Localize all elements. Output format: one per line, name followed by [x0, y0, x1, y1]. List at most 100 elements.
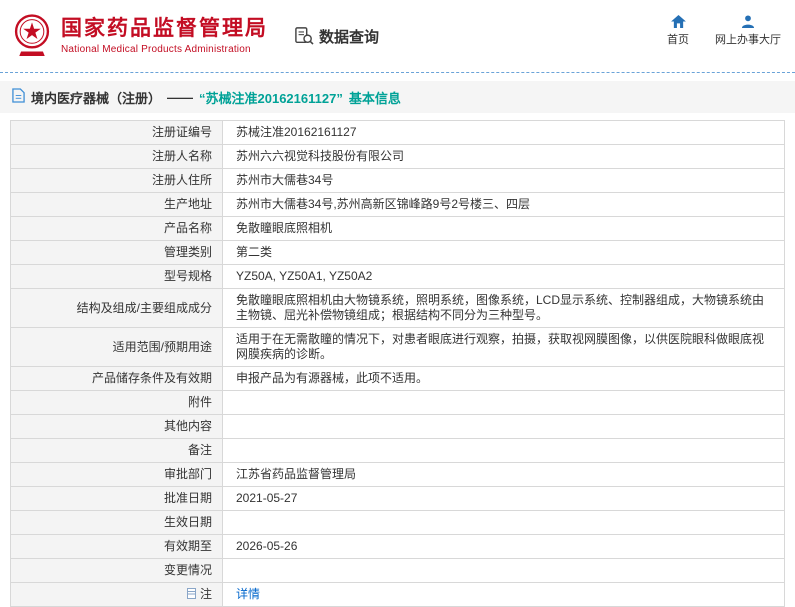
row-label: 有效期至: [10, 534, 223, 559]
detail-link[interactable]: 详情: [236, 587, 260, 601]
nav-home[interactable]: 首页: [667, 15, 689, 47]
person-icon: [741, 15, 755, 28]
row-label: 管理类别: [10, 240, 223, 265]
page-title-bar: 境内医疗器械（注册） —— “苏械注准20162161127” 基本信息: [0, 81, 795, 113]
row-value: 申报产品为有源器械，此项不适用。: [222, 366, 785, 391]
row-value: [222, 390, 785, 415]
row-label: 批准日期: [10, 486, 223, 511]
row-label: 型号规格: [10, 264, 223, 289]
site-header: 国家药品监督管理局 National Medical Products Admi…: [0, 0, 795, 72]
info-table-body: 注册证编号 苏械注准20162161127 注册人名称 苏州六六视觉科技股份有限…: [10, 120, 785, 607]
row-label-text: 产品储存条件及有效期: [91, 371, 212, 385]
row-label-text: 备注: [187, 443, 212, 457]
row-label-text: 产品名称: [163, 221, 212, 235]
registration-info-table: 注册证编号 苏械注准20162161127 注册人名称 苏州六六视觉科技股份有限…: [10, 120, 785, 607]
table-row: 产品储存条件及有效期 申报产品为有源器械，此项不适用。: [10, 366, 785, 391]
row-value: 苏州市大儒巷34号: [222, 168, 785, 193]
row-value: [222, 510, 785, 535]
row-label-text: 型号规格: [163, 269, 212, 283]
home-icon: [670, 15, 686, 28]
row-value: [222, 438, 785, 463]
dashed-divider: [0, 72, 795, 73]
row-value: [222, 414, 785, 439]
row-value: [222, 558, 785, 583]
row-label-text: 注册证编号: [151, 125, 212, 139]
table-row: 附件: [10, 390, 785, 415]
data-query-heading: 数据查询: [294, 26, 379, 47]
row-label-text: 管理类别: [163, 245, 212, 259]
data-query-icon: [294, 27, 314, 45]
nmpa-emblem-logo: [12, 13, 52, 59]
row-label: 附件: [10, 390, 223, 415]
row-label-text: 生效日期: [163, 515, 212, 529]
table-row: 批准日期 2021-05-27: [10, 486, 785, 511]
table-row: 管理类别 第二类: [10, 240, 785, 265]
row-value: 适用于在无需散瞳的情况下，对患者眼底进行观察，拍摄，获取视网膜图像，以供医院眼科…: [222, 327, 785, 367]
row-value: 免散瞳眼底照相机: [222, 216, 785, 241]
row-label: 生效日期: [10, 510, 223, 535]
row-label: 注: [10, 582, 223, 607]
page-title-registration-no: “苏械注准20162161127”: [199, 90, 343, 106]
table-row: 型号规格 YZ50A, YZ50A1, YZ50A2: [10, 264, 785, 289]
table-row: 有效期至 2026-05-26: [10, 534, 785, 559]
row-label-text: 其他内容: [163, 419, 212, 433]
table-row: 注册人住所 苏州市大儒巷34号: [10, 168, 785, 193]
nav-online-hall[interactable]: 网上办事大厅: [715, 15, 781, 47]
agency-name-cn: 国家药品监督管理局: [61, 16, 268, 40]
nav-home-label: 首页: [667, 34, 689, 46]
row-label: 适用范围/预期用途: [10, 327, 223, 367]
note-icon: [186, 588, 196, 599]
row-value: 苏州市大儒巷34号,苏州高新区锦峰路9号2号楼三、四层: [222, 192, 785, 217]
table-row: 注册人名称 苏州六六视觉科技股份有限公司: [10, 144, 785, 169]
row-label: 注册人住所: [10, 168, 223, 193]
row-label-text: 变更情况: [163, 563, 212, 577]
row-value: 2026-05-26: [222, 534, 785, 559]
row-value: 详情: [222, 582, 785, 607]
row-label-text: 结构及组成/主要组成成分: [76, 300, 212, 315]
row-label: 结构及组成/主要组成成分: [10, 288, 223, 328]
row-label-text: 有效期至: [163, 539, 212, 553]
document-icon: [12, 88, 25, 106]
row-value: 2021-05-27: [222, 486, 785, 511]
table-row: 注册证编号 苏械注准20162161127: [10, 120, 785, 145]
top-nav: 首页 网上办事大厅: [667, 15, 781, 47]
table-row: 适用范围/预期用途 适用于在无需散瞳的情况下，对患者眼底进行观察，拍摄，获取视网…: [10, 327, 785, 367]
page-title-prefix: 境内医疗器械（注册）: [31, 90, 162, 106]
row-label: 审批部门: [10, 462, 223, 487]
row-label-text: 注: [199, 587, 212, 601]
table-row: 备注: [10, 438, 785, 463]
row-label: 生产地址: [10, 192, 223, 217]
row-label-text: 注册人名称: [151, 149, 212, 163]
row-label: 变更情况: [10, 558, 223, 583]
row-value: 第二类: [222, 240, 785, 265]
row-value: 免散瞳眼底照相机由大物镜系统，照明系统，图像系统，LCD显示系统、控制器组成，大…: [222, 288, 785, 328]
agency-name-en: National Medical Products Administration: [61, 44, 251, 56]
row-value: 江苏省药品监督管理局: [222, 462, 785, 487]
row-label-text: 生产地址: [163, 197, 212, 211]
table-row: 其他内容: [10, 414, 785, 439]
table-row: 变更情况: [10, 558, 785, 583]
row-label-text: 审批部门: [163, 467, 212, 481]
table-row: 注 详情: [10, 582, 785, 607]
data-query-label: 数据查询: [319, 28, 380, 46]
row-label: 产品储存条件及有效期: [10, 366, 223, 391]
row-value: YZ50A, YZ50A1, YZ50A2: [222, 264, 785, 289]
nav-online-hall-label: 网上办事大厅: [715, 34, 781, 46]
table-row: 生效日期: [10, 510, 785, 535]
page-title-dash: ——: [167, 89, 194, 105]
row-label-text: 注册人住所: [151, 173, 212, 187]
row-label: 其他内容: [10, 414, 223, 439]
row-label: 注册人名称: [10, 144, 223, 169]
agency-title-block: 国家药品监督管理局 National Medical Products Admi…: [61, 17, 268, 55]
row-label-text: 适用范围/预期用途: [112, 339, 212, 354]
row-value: 苏州六六视觉科技股份有限公司: [222, 144, 785, 169]
table-row: 生产地址 苏州市大儒巷34号,苏州高新区锦峰路9号2号楼三、四层: [10, 192, 785, 217]
row-label-text: 批准日期: [163, 491, 212, 505]
page-title-suffix: 基本信息: [348, 90, 401, 106]
table-row: 结构及组成/主要组成成分 免散瞳眼底照相机由大物镜系统，照明系统，图像系统，LC…: [10, 288, 785, 328]
row-label-text: 附件: [187, 395, 212, 409]
table-row: 审批部门 江苏省药品监督管理局: [10, 462, 785, 487]
row-label: 注册证编号: [10, 120, 223, 145]
row-label: 备注: [10, 438, 223, 463]
row-label: 产品名称: [10, 216, 223, 241]
